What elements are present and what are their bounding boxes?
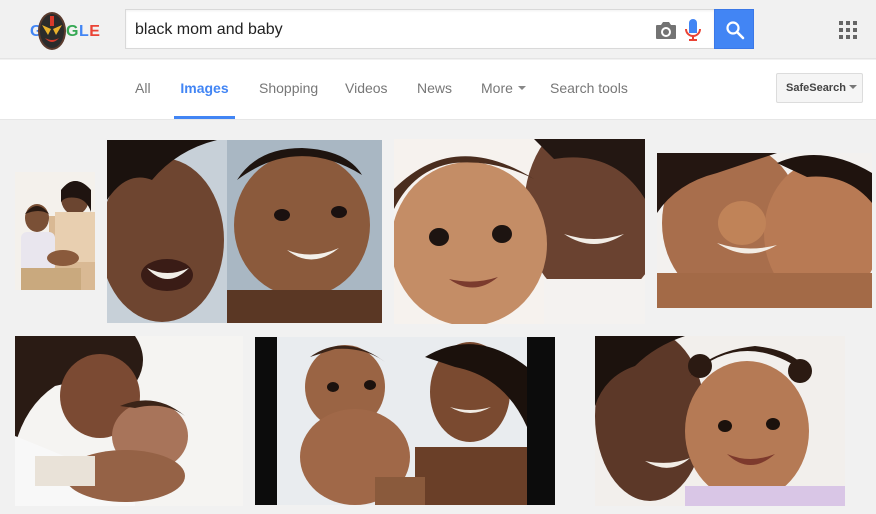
tab-shopping[interactable]: Shopping <box>259 60 318 119</box>
image-thumbnail <box>657 153 872 308</box>
image-thumbnail <box>107 140 382 323</box>
image-result[interactable] <box>15 336 243 506</box>
image-result[interactable] <box>657 153 872 308</box>
safesearch-button[interactable]: SafeSearch <box>776 73 863 103</box>
tab-more[interactable]: More <box>481 60 526 119</box>
mic-icon[interactable] <box>683 18 703 42</box>
image-result[interactable] <box>595 336 845 506</box>
camera-icon[interactable] <box>654 19 678 41</box>
image-result[interactable] <box>15 172 95 290</box>
search-icon <box>726 21 745 40</box>
search-box <box>125 9 715 49</box>
tab-more-label: More <box>481 80 513 96</box>
image-result[interactable] <box>255 337 555 505</box>
image-thumbnail <box>15 336 243 506</box>
search-button[interactable] <box>714 9 754 49</box>
image-thumbnail <box>255 337 555 505</box>
image-result[interactable] <box>394 139 645 324</box>
chevron-down-icon <box>517 86 526 91</box>
image-thumbnail <box>15 172 95 290</box>
tab-search-tools[interactable]: Search tools <box>550 60 628 119</box>
image-results-grid <box>0 121 876 514</box>
logo-letters-gle: GLE <box>66 23 101 40</box>
logo-doodle[interactable]: G GLE <box>28 10 101 54</box>
image-thumbnail <box>595 336 845 506</box>
tab-videos[interactable]: Videos <box>345 60 388 119</box>
search-input[interactable] <box>135 19 635 41</box>
apps-grid-icon[interactable] <box>839 21 857 39</box>
luchador-mask-icon <box>38 12 66 50</box>
header: G GLE <box>0 0 876 59</box>
tabs-bar: All Images Shopping Videos News More Sea… <box>0 60 876 120</box>
image-thumbnail <box>394 139 645 324</box>
image-result[interactable] <box>107 140 382 323</box>
tab-news[interactable]: News <box>417 60 452 119</box>
chevron-down-icon <box>848 85 857 90</box>
tab-images[interactable]: Images <box>174 60 235 119</box>
tab-all[interactable]: All <box>135 60 151 119</box>
safesearch-label: SafeSearch <box>786 82 846 94</box>
